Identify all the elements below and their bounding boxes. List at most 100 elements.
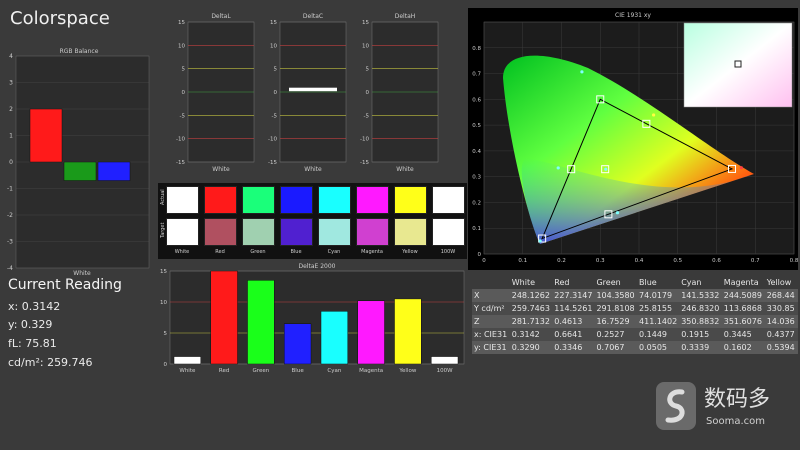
- reading-y: y: 0.329: [8, 318, 53, 331]
- cie-xtick-label: 0.5: [673, 258, 682, 264]
- delta-ytick-label: -5: [272, 113, 278, 119]
- deltae-category-label: Magenta: [359, 368, 383, 374]
- delta-charts: DeltaL 15 10 5 0 -5 -10 -15 White DeltaC 15 10 5 0 -5 -…: [170, 10, 460, 180]
- measurement-table: White Red Green Blue Cyan Magenta Yellow X 248.1…: [472, 276, 798, 354]
- table-cell: 0.1915: [679, 328, 722, 341]
- actual-swatch: [204, 186, 237, 214]
- rgb-balance-category-label: White: [73, 270, 91, 276]
- deltae-bar-white: [173, 356, 201, 365]
- swatch-label: Cyan: [327, 249, 341, 255]
- table-cell: 350.8832: [679, 315, 722, 328]
- rgb-bar-2: [97, 161, 131, 181]
- logo-svg: 数码多 Sooma.com: [656, 382, 770, 430]
- delta-bar-1: [289, 87, 337, 92]
- table-cell: 0.6641: [552, 328, 595, 341]
- table-header-cell: [472, 276, 510, 289]
- deltae-category-label: Cyan: [327, 368, 341, 374]
- delta-title-1: DeltaC: [303, 13, 323, 20]
- deltae-chart: DeltaE 2000 15 10 5 0 White Red Green Blue Cyan Ma…: [158, 262, 467, 378]
- delta-category-label: White: [304, 166, 322, 173]
- delta-ytick-label: -10: [360, 137, 369, 143]
- cie-diagram: CIE 1931 xy 0 0.1 0.2 0.3 0.4 0.5 0.6 0.7 0.8 0.8…: [468, 8, 799, 270]
- deltae-category-label: 100W: [437, 368, 453, 374]
- table-cell: 268.44: [764, 289, 798, 302]
- delta-ytick-label: 5: [182, 67, 186, 73]
- table-cell: 0.7067: [594, 341, 638, 354]
- deltae-category-label: Blue: [292, 368, 305, 374]
- cie-xtick-label: 0.6: [712, 258, 721, 264]
- table-row: Y cd/m² 259.7463 114.5261 291.8108 25.8155 24…: [472, 302, 798, 315]
- measured-point-marker: [615, 211, 620, 215]
- delta-charts-svg: DeltaL 15 10 5 0 -5 -10 -15 White DeltaC 15 10 5 0 -5 -…: [176, 13, 439, 173]
- target-swatch: [356, 218, 389, 246]
- rgb-ytick-label: 2: [9, 106, 13, 113]
- watermark-logo: 数码多 Sooma.com: [648, 372, 798, 442]
- table-row: y: CIE31 0.3290 0.3346 0.7067 0.0505 0.3339 0.…: [472, 341, 798, 354]
- cie-ytick-label: 0.5: [472, 123, 481, 129]
- reading-luminance: cd/m²: 259.746: [8, 356, 93, 369]
- table-cell: 0.1602: [721, 341, 765, 354]
- table-cell: 244.5089: [721, 289, 765, 302]
- rgb-balance-svg: RGB Balance 4 3 2 1 0 -1 -2 -3 -4 White: [7, 48, 150, 277]
- rgb-ytick-label: 3: [9, 80, 13, 87]
- measured-point-marker: [556, 166, 560, 170]
- table-cell: 0.3445: [721, 328, 765, 341]
- delta-ytick-label: -15: [176, 160, 185, 166]
- deltae-category-label: Yellow: [398, 368, 416, 374]
- delta-ytick-label: 0: [366, 90, 370, 96]
- deltae-ytick-label: 0: [164, 362, 168, 368]
- table-cell: 248.1262: [509, 289, 553, 302]
- color-swatches-panel: Actual Target White Red Green Blue Cyan Magen…: [158, 183, 467, 259]
- deltae-svg: DeltaE 2000 15 10 5 0 White Red Green Blue Cyan Ma…: [160, 263, 465, 374]
- cie-xtick-label: 0.2: [557, 258, 566, 264]
- delta-ytick-label: 15: [362, 20, 369, 26]
- cie-xtick-label: 0.4: [635, 258, 644, 264]
- deltae-category-label: Green: [253, 368, 270, 374]
- delta-category-label: White: [212, 166, 230, 173]
- swatch-label: Magenta: [361, 249, 383, 255]
- cie-title: CIE 1931 xy: [615, 12, 651, 19]
- actual-swatch: [318, 186, 351, 214]
- rgb-ytick-label: -1: [7, 186, 13, 193]
- table-cell: Z: [472, 315, 510, 328]
- rgb-ytick-label: 0: [9, 159, 13, 166]
- swatch-label: Green: [250, 249, 266, 255]
- table-row: X 248.1262 227.3147 104.3580 74.0179 141.5332…: [472, 289, 798, 302]
- deltae-ytick-label: 15: [160, 269, 167, 275]
- rgb-balance-chart: RGB Balance 4 3 2 1 0 -1 -2 -3 -4 White: [6, 46, 152, 277]
- cie-xtick-label: 0.7: [751, 258, 760, 264]
- cie-xtick-label: 0.3: [596, 258, 605, 264]
- table-cell: 141.5332: [679, 289, 722, 302]
- table-cell: 0.2527: [594, 328, 638, 341]
- table-cell: 0.3290: [509, 341, 553, 354]
- deltae-bar-cyan: [320, 311, 348, 365]
- delta-ytick-label: -5: [180, 113, 186, 119]
- deltae-ytick-label: 10: [160, 300, 167, 306]
- measured-point-marker: [652, 113, 656, 117]
- delta-ytick-label: -5: [364, 113, 370, 119]
- cie-inset: [683, 22, 793, 108]
- measured-point-marker: [580, 70, 584, 74]
- target-swatch: [280, 218, 313, 246]
- table-cell: 227.3147: [552, 289, 595, 302]
- table-cell: 411.1402: [637, 315, 680, 328]
- cie-ytick-label: 0.8: [472, 46, 481, 52]
- rgb-ytick-label: -4: [7, 265, 13, 272]
- table-cell: 291.8108: [594, 302, 638, 315]
- rgb-ytick-label: 1: [9, 133, 13, 140]
- delta-ytick-label: -10: [268, 137, 277, 143]
- rgb-bar-1: [63, 161, 97, 181]
- table-cell: X: [472, 289, 510, 302]
- delta-ytick-label: -15: [360, 160, 369, 166]
- actual-swatch: [280, 186, 313, 214]
- deltae-bar-red: [210, 270, 238, 365]
- delta-ytick-label: 0: [182, 90, 186, 96]
- table-cell: 113.6868: [721, 302, 765, 315]
- table-cell: 0.4377: [764, 328, 798, 341]
- delta-title-2: DeltaH: [395, 13, 416, 20]
- delta-ytick-label: 5: [366, 67, 370, 73]
- deltae-category-label: Red: [219, 368, 229, 374]
- swatch-label: Blue: [290, 249, 302, 255]
- target-swatch: [242, 218, 275, 246]
- table-cell: y: CIE31: [472, 341, 510, 354]
